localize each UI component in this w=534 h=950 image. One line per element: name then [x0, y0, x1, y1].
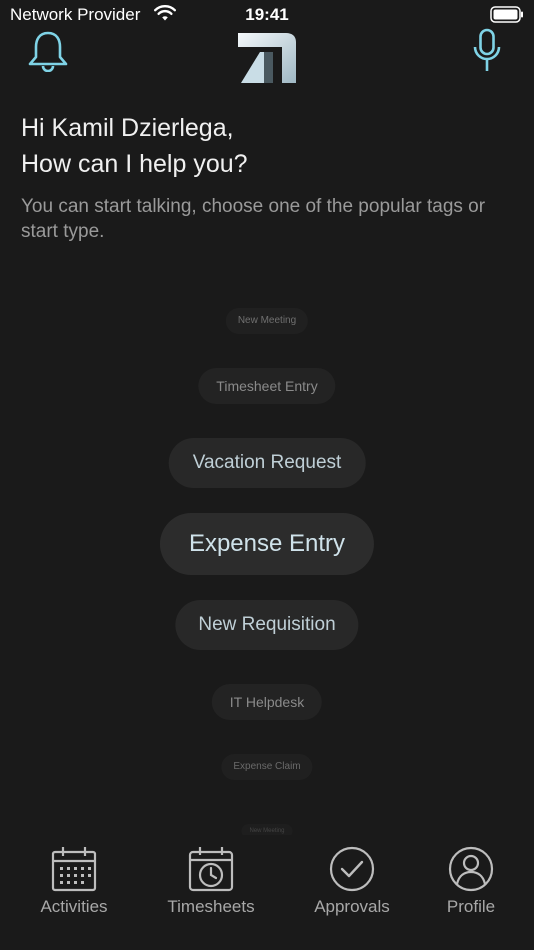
microphone-icon[interactable]: [470, 28, 504, 74]
greeting-name: Hi Kamil Dzierlega,: [21, 114, 234, 142]
tag-expense-claim[interactable]: Expense Claim: [221, 754, 313, 780]
tab-bar: Activities Timesheets Approvals Profile: [0, 835, 534, 950]
app-logo[interactable]: [238, 30, 298, 85]
status-bar: Network Provider 19:41: [0, 0, 534, 30]
tag-vacation-request[interactable]: Vacation Request: [168, 438, 366, 488]
greeting-block: Hi Kamil Dzierlega, How can I help you? …: [21, 110, 516, 244]
tag-new-requisition[interactable]: New Requisition: [175, 600, 359, 650]
bell-icon[interactable]: [26, 30, 70, 72]
tag-expense-entry[interactable]: Expense Entry: [159, 513, 375, 575]
tab-activities-label: Activities: [40, 897, 108, 916]
greeting-question: How can I help you?: [21, 150, 248, 178]
tag-timesheet-entry[interactable]: Timesheet Entry: [198, 368, 336, 404]
calendar-icon: [51, 847, 97, 892]
clock-calendar-icon: [188, 847, 234, 892]
greeting-subtitle: You can start talking, choose one of the…: [21, 196, 486, 242]
tab-profile-label: Profile: [446, 897, 496, 916]
user-circle-icon: [448, 846, 494, 892]
battery-icon: [490, 6, 523, 23]
tab-approvals[interactable]: Approvals: [292, 845, 412, 917]
tab-approvals-label: Approvals: [314, 897, 390, 916]
status-time: 19:41: [245, 5, 289, 24]
tab-activities[interactable]: Activities: [14, 845, 134, 917]
tag-new-meeting[interactable]: New Meeting: [225, 308, 309, 334]
tab-timesheets[interactable]: Timesheets: [151, 845, 271, 917]
checkmark-circle-icon: [329, 846, 375, 892]
tab-timesheets-label: Timesheets: [167, 897, 255, 916]
tag-it-helpdesk[interactable]: IT Helpdesk: [211, 684, 323, 720]
tab-profile[interactable]: Profile: [411, 845, 531, 917]
